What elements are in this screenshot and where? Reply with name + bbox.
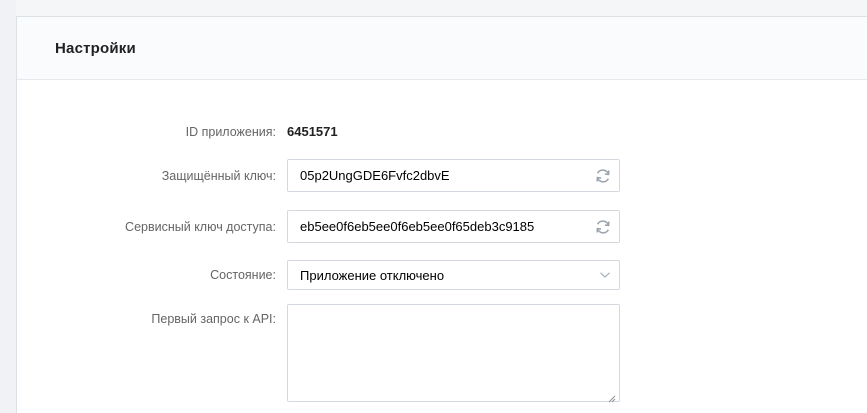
secure-key-value[interactable]: 05p2UngGDE6Fvfc2dbvE bbox=[288, 168, 587, 183]
status-label: Состояние: bbox=[210, 268, 276, 282]
left-strip bbox=[0, 0, 16, 413]
secure-key-row: Защищённый ключ: 05p2UngGDE6Fvfc2dbvE bbox=[17, 159, 867, 192]
page: Настройки ID приложения: 6451571 Защищён… bbox=[0, 0, 867, 413]
settings-panel: Настройки ID приложения: 6451571 Защищён… bbox=[16, 16, 867, 413]
chevron-down-icon[interactable] bbox=[591, 261, 619, 289]
service-key-field[interactable]: eb5ee0f6eb5ee0f6eb5ee0f65deb3c9185 bbox=[287, 210, 620, 243]
service-key-row: Сервисный ключ доступа: eb5ee0f6eb5ee0f6… bbox=[17, 210, 867, 243]
first-api-request-label: Первый запрос к API: bbox=[151, 312, 276, 326]
service-key-value[interactable]: eb5ee0f6eb5ee0f6eb5ee0f65deb3c9185 bbox=[288, 219, 587, 234]
secure-key-label: Защищённый ключ: bbox=[161, 169, 276, 183]
status-row: Состояние: Приложение отключено bbox=[17, 260, 867, 290]
app-id-value: 6451571 bbox=[287, 124, 338, 139]
panel-header: Настройки bbox=[17, 17, 867, 80]
first-api-request-textarea[interactable] bbox=[287, 304, 620, 403]
service-key-label: Сервисный ключ доступа: bbox=[125, 220, 276, 234]
status-select[interactable]: Приложение отключено bbox=[287, 260, 620, 290]
refresh-icon[interactable] bbox=[587, 160, 619, 191]
first-api-request-row: Первый запрос к API: bbox=[17, 304, 867, 404]
refresh-icon[interactable] bbox=[587, 211, 619, 242]
app-id-label: ID приложения: bbox=[185, 125, 276, 139]
app-id-row: ID приложения: 6451571 bbox=[17, 123, 867, 143]
status-selected-value[interactable]: Приложение отключено bbox=[288, 268, 591, 283]
secure-key-field[interactable]: 05p2UngGDE6Fvfc2dbvE bbox=[287, 159, 620, 192]
top-strip bbox=[0, 0, 867, 16]
resize-handle-icon[interactable] bbox=[608, 390, 616, 403]
panel-title: Настройки bbox=[55, 39, 136, 57]
